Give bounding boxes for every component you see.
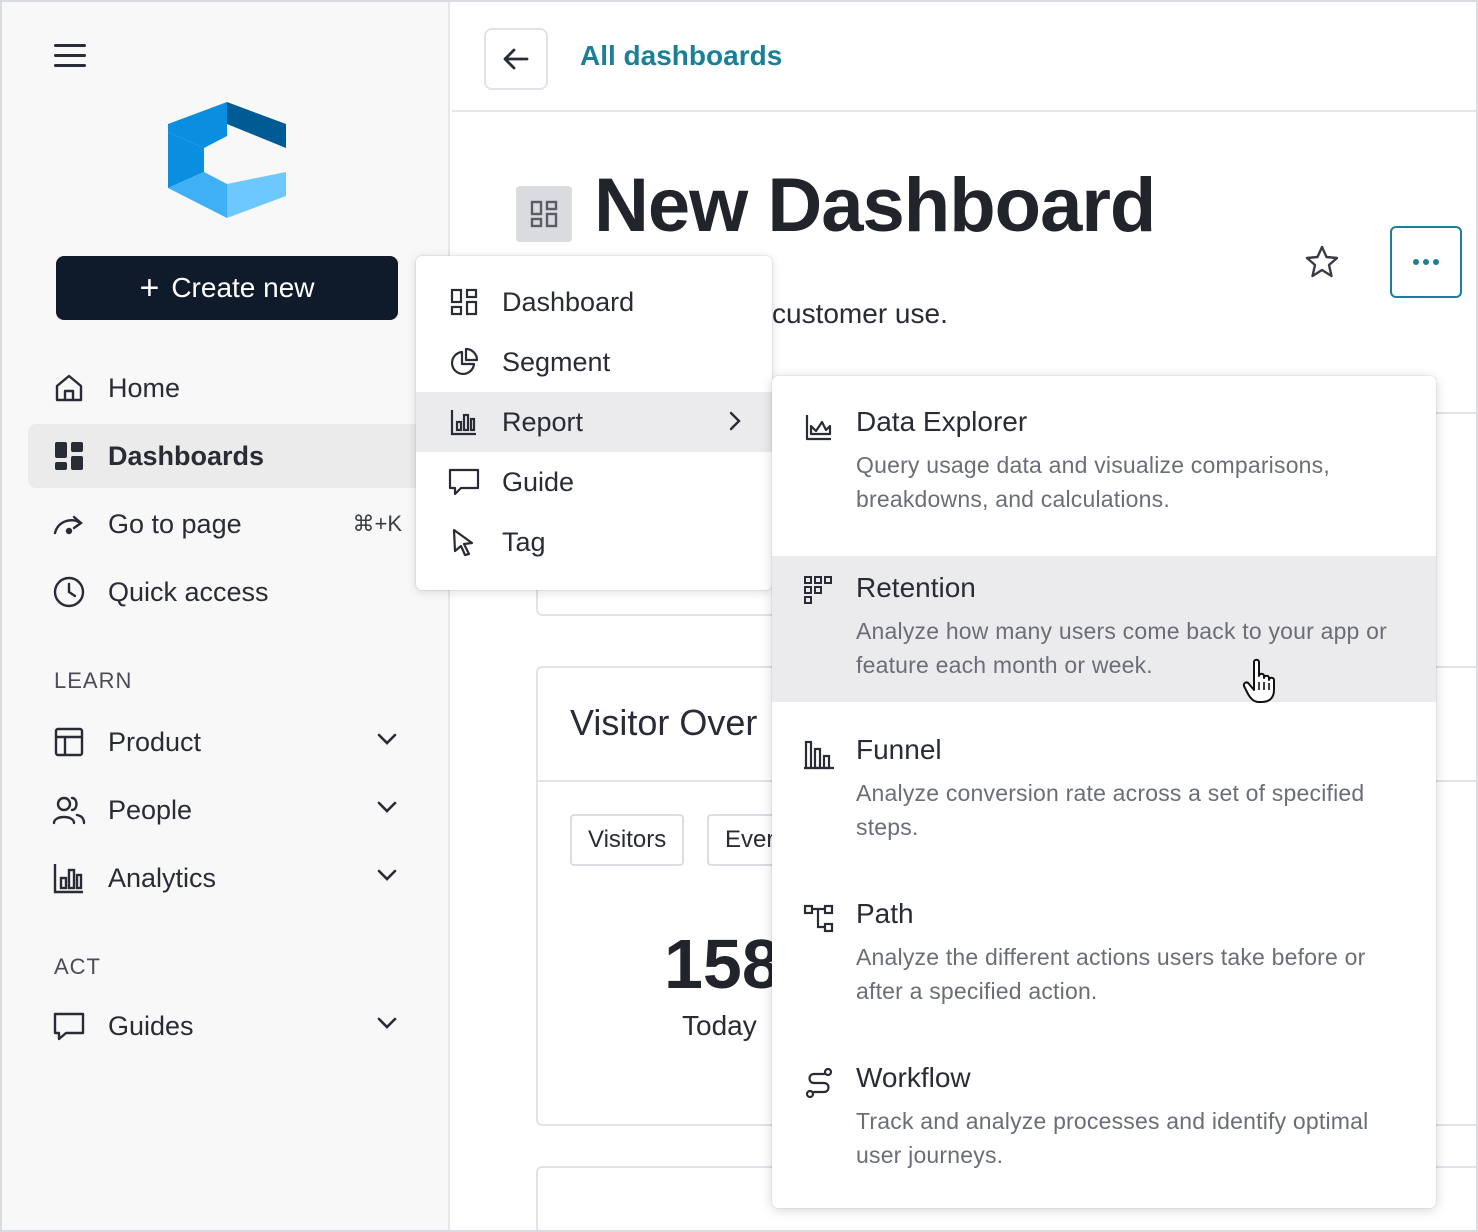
sidebar-item-go-to-page[interactable]: Go to page ⌘+K	[28, 492, 428, 556]
sidebar-item-label: Home	[108, 372, 181, 403]
sidebar-item-dashboards[interactable]: Dashboards	[28, 424, 428, 488]
chevron-down-icon[interactable]	[376, 868, 398, 882]
dashboard-description[interactable]: customer use.	[772, 298, 948, 330]
dashboard-icon	[448, 286, 480, 318]
sidebar-item-label: Product	[108, 726, 202, 757]
submenu-item-description: Analyze how many users come back to your…	[856, 618, 1387, 678]
back-button[interactable]	[484, 28, 548, 90]
visitor-count: 158	[664, 925, 781, 1003]
analytics-icon	[52, 861, 86, 895]
submenu-item-data-explorer[interactable]: Data Explorer Query usage data and visua…	[772, 406, 1436, 556]
submenu-item-title: Data Explorer	[856, 406, 1028, 437]
menu-item-label: Tag	[502, 526, 546, 557]
menu-item-dashboard[interactable]: Dashboard	[416, 272, 772, 332]
hamburger-menu-icon[interactable]	[54, 44, 86, 70]
chevron-down-icon[interactable]	[376, 800, 398, 814]
tag-cursor-icon	[448, 526, 480, 558]
clock-icon	[52, 575, 86, 609]
sidebar-item-people[interactable]: People	[28, 778, 428, 842]
submenu-item-title: Retention	[856, 572, 976, 603]
home-icon	[52, 371, 86, 405]
sidebar-item-analytics[interactable]: Analytics	[28, 846, 428, 910]
go-to-page-icon	[52, 507, 86, 541]
create-new-label: Create new	[171, 272, 315, 303]
path-icon	[802, 902, 836, 936]
guide-chat-icon	[448, 466, 480, 498]
sidebar-item-guides[interactable]: Guides	[28, 994, 428, 1058]
chevron-right-icon	[729, 411, 741, 431]
menu-item-label: Dashboard	[502, 286, 635, 317]
submenu-item-description: Analyze the different actions users take…	[856, 944, 1366, 1004]
menu-item-label: Guide	[502, 466, 575, 497]
sidebar-item-product[interactable]: Product	[28, 710, 428, 774]
menu-item-label: Segment	[502, 346, 611, 377]
ellipsis-icon	[1413, 259, 1439, 265]
chip-visitors[interactable]: Visitors	[570, 814, 685, 866]
keyboard-shortcut: ⌘+K	[352, 511, 402, 536]
sidebar-item-label: People	[108, 794, 193, 825]
arrow-left-icon	[503, 48, 529, 70]
create-new-menu: Dashboard Segment Report Guide Tag	[416, 256, 772, 590]
retention-grid-icon	[802, 574, 836, 608]
submenu-item-description: Analyze conversion rate across a set of …	[856, 780, 1365, 840]
sidebar-item-label: Dashboards	[108, 440, 265, 471]
brand-logo	[168, 102, 286, 218]
sidebar-item-label: Analytics	[108, 862, 217, 893]
chevron-down-icon[interactable]	[376, 732, 398, 746]
people-icon	[52, 793, 86, 827]
menu-item-label: Report	[502, 406, 584, 437]
submenu-item-title: Funnel	[856, 734, 942, 765]
submenu-item-workflow[interactable]: Workflow Track and analyze processes and…	[772, 1062, 1436, 1202]
guides-icon	[52, 1009, 86, 1043]
menu-item-guide[interactable]: Guide	[416, 452, 772, 512]
sidebar-item-label: Quick access	[108, 576, 269, 607]
more-options-button[interactable]	[1390, 226, 1462, 298]
star-icon[interactable]	[1304, 244, 1340, 280]
page-title: New Dashboard	[594, 163, 1156, 248]
submenu-item-retention[interactable]: Retention Analyze how many users come ba…	[772, 556, 1436, 702]
plus-icon: +	[139, 269, 160, 307]
section-label-act: ACT	[54, 954, 101, 979]
submenu-item-description: Track and analyze processes and identify…	[856, 1108, 1369, 1168]
section-label-learn: LEARN	[54, 668, 133, 693]
widget-title: Visitor Over	[570, 702, 758, 743]
app-window: + Create new Home Dashboards Go to page …	[0, 0, 1478, 1232]
menu-item-segment[interactable]: Segment	[416, 332, 772, 392]
hand-pointer-cursor-icon	[1242, 658, 1275, 703]
chevron-down-icon[interactable]	[376, 1016, 398, 1030]
submenu-item-title: Workflow	[856, 1062, 971, 1093]
sidebar-item-home[interactable]: Home	[28, 356, 428, 420]
report-bar-icon	[448, 406, 480, 438]
sidebar-item-label: Guides	[108, 1010, 194, 1041]
topbar: All dashboards	[452, 2, 1476, 112]
segment-pie-icon	[448, 346, 480, 378]
funnel-bars-icon	[802, 738, 836, 772]
report-submenu: Data Explorer Query usage data and visua…	[772, 376, 1436, 1208]
submenu-item-path[interactable]: Path Analyze the different actions users…	[772, 898, 1436, 1038]
create-new-button[interactable]: + Create new	[56, 256, 398, 320]
dashboards-icon	[52, 439, 86, 473]
submenu-item-funnel[interactable]: Funnel Analyze conversion rate across a …	[772, 734, 1436, 874]
product-icon	[52, 725, 86, 759]
period-label: Today	[682, 1010, 757, 1041]
sidebar-item-label: Go to page	[108, 508, 242, 539]
menu-item-tag[interactable]: Tag	[416, 512, 772, 572]
submenu-item-title: Path	[856, 898, 914, 929]
sidebar-item-quick-access[interactable]: Quick access	[28, 560, 428, 624]
menu-item-report[interactable]: Report	[416, 392, 772, 452]
sidebar: + Create new Home Dashboards Go to page …	[2, 2, 450, 1230]
workflow-icon	[802, 1066, 836, 1100]
dashboard-type-icon	[516, 186, 572, 242]
data-explorer-icon	[802, 410, 836, 444]
submenu-item-description: Query usage data and visualize compariso…	[856, 452, 1330, 512]
breadcrumb-all-dashboards[interactable]: All dashboards	[580, 40, 782, 72]
